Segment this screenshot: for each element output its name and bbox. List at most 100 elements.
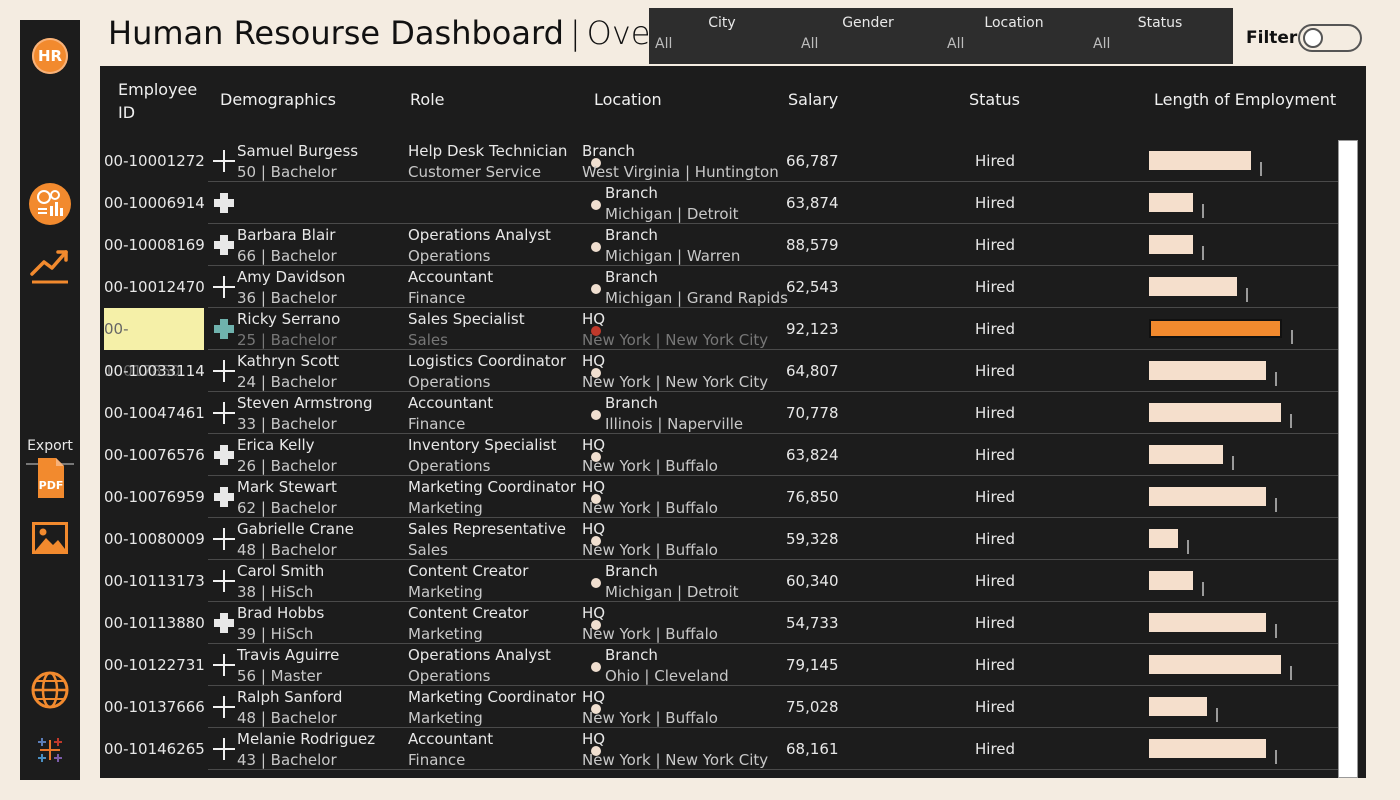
employment-length-bar[interactable] bbox=[1149, 403, 1281, 422]
employee-name: Carol Smith bbox=[237, 562, 325, 580]
trend-icon[interactable] bbox=[28, 242, 72, 286]
employee-id[interactable]: 00-10076576 bbox=[104, 446, 205, 464]
employee-id[interactable]: 00-10006914 bbox=[104, 194, 205, 212]
filter-location-value[interactable]: All bbox=[947, 36, 964, 52]
header-demographics[interactable]: Demographics bbox=[220, 90, 336, 109]
header-employee-id[interactable]: Employee ID bbox=[118, 78, 198, 124]
header-location[interactable]: Location bbox=[594, 90, 662, 109]
filter-city[interactable]: City All bbox=[649, 8, 795, 64]
employee-name: Travis Aguirre bbox=[237, 646, 340, 664]
table-row[interactable]: 00-10076576 Erica Kelly 26 | Bachelor Inven… bbox=[100, 434, 1338, 476]
employee-age-education: 25 | Bachelor bbox=[237, 331, 337, 349]
employee-id[interactable]: 00-10113880 bbox=[104, 614, 205, 632]
employment-length-bar[interactable] bbox=[1149, 445, 1223, 464]
expand-plus-icon[interactable] bbox=[212, 737, 236, 761]
table-row[interactable]: 00-10122731 Travis Aguirre 56 | Master Oper… bbox=[100, 644, 1338, 686]
employment-length-bar[interactable] bbox=[1149, 739, 1266, 758]
table-row[interactable]: 00-10113173 Carol Smith 38 | HiSch Content … bbox=[100, 560, 1338, 602]
employee-id[interactable]: 00-10012470 bbox=[104, 278, 205, 296]
employee-id[interactable]: 00-10146265 bbox=[104, 740, 205, 758]
expand-plus-icon[interactable] bbox=[212, 233, 236, 257]
table-row[interactable]: 00-10017850 Ricky Serrano 25 | Bachelor Sal… bbox=[100, 308, 1338, 380]
table-scrollbar[interactable] bbox=[1338, 140, 1358, 778]
table-row[interactable]: 00-10008169 Barbara Blair 66 | Bachelor Ope… bbox=[100, 224, 1338, 266]
table-row[interactable]: 00-10146265 Melanie Rodriguez 43 | Bachelo… bbox=[100, 728, 1338, 770]
employment-length-bar[interactable] bbox=[1149, 319, 1282, 338]
table-row[interactable]: 00-10080009 Gabrielle Crane 48 | Bachelor S… bbox=[100, 518, 1338, 560]
employee-department: Customer Service bbox=[408, 163, 542, 181]
employee-job-title: Accountant bbox=[408, 268, 494, 286]
employment-length-bar[interactable] bbox=[1149, 193, 1193, 212]
expand-plus-icon[interactable] bbox=[212, 695, 236, 719]
table-row[interactable]: 00-10006914 Branch Michigan | Detroit 63,87… bbox=[100, 182, 1338, 224]
expand-plus-icon[interactable] bbox=[212, 527, 236, 551]
employment-length-bar[interactable] bbox=[1149, 361, 1266, 380]
overview-icon[interactable] bbox=[28, 182, 72, 226]
employee-id[interactable]: 00-10033114 bbox=[104, 362, 205, 380]
employment-length-bar[interactable] bbox=[1149, 697, 1207, 716]
expand-plus-icon[interactable] bbox=[212, 359, 236, 383]
employee-age-education: 56 | Master bbox=[237, 667, 322, 685]
header-length-of-employment[interactable]: Length of Employment bbox=[1154, 90, 1336, 109]
expand-plus-icon[interactable] bbox=[212, 401, 236, 425]
employee-salary: 64,807 bbox=[786, 362, 839, 380]
employee-salary: 68,161 bbox=[786, 740, 839, 758]
image-icon[interactable] bbox=[28, 516, 72, 560]
employee-id[interactable]: 00-10113173 bbox=[104, 572, 205, 590]
employment-length-bar[interactable] bbox=[1149, 487, 1266, 506]
expand-plus-icon[interactable] bbox=[212, 191, 236, 215]
pdf-icon[interactable]: PDF bbox=[28, 456, 72, 500]
filter-gender-value[interactable]: All bbox=[801, 36, 818, 52]
employee-status: Hired bbox=[975, 446, 1016, 464]
row-divider bbox=[208, 769, 1338, 770]
table-row[interactable]: 00-10001272 Samuel Burgess 50 | Bachelor He… bbox=[100, 140, 1338, 182]
expand-plus-icon[interactable] bbox=[212, 611, 236, 635]
employment-length-bar[interactable] bbox=[1149, 529, 1178, 548]
table-row[interactable]: 00-10012470 Amy Davidson 36 | Bachelor Acco… bbox=[100, 266, 1338, 308]
globe-icon[interactable] bbox=[28, 668, 72, 712]
employee-id[interactable]: 00-10001272 bbox=[104, 152, 205, 170]
employee-age-education: 43 | Bachelor bbox=[237, 751, 337, 769]
expand-plus-icon[interactable] bbox=[212, 149, 236, 173]
filter-toggle[interactable] bbox=[1298, 24, 1362, 52]
expand-plus-icon[interactable] bbox=[212, 317, 236, 341]
table-row[interactable]: 00-10113880 Brad Hobbs 39 | HiSch Content C… bbox=[100, 602, 1338, 644]
expand-plus-icon[interactable] bbox=[212, 653, 236, 677]
employment-length-bar[interactable] bbox=[1149, 235, 1193, 254]
tableau-icon[interactable] bbox=[28, 728, 72, 772]
employee-department: Operations bbox=[408, 247, 491, 265]
employment-length-bar[interactable] bbox=[1149, 613, 1266, 632]
employment-length-bar[interactable] bbox=[1149, 571, 1193, 590]
expand-plus-icon[interactable] bbox=[212, 443, 236, 467]
filter-city-value[interactable]: All bbox=[655, 36, 672, 52]
employee-id[interactable]: 00-10122731 bbox=[104, 656, 205, 674]
table-row[interactable]: 00-10137666 Ralph Sanford 48 | Bachelor Mar… bbox=[100, 686, 1338, 728]
employment-length-bar[interactable] bbox=[1149, 151, 1251, 170]
employee-id[interactable]: 00-10137666 bbox=[104, 698, 205, 716]
employee-id[interactable]: 00-10047461 bbox=[104, 404, 205, 422]
table-row[interactable]: 00-10033114 Kathryn Scott 24 | Bachelor Log… bbox=[100, 350, 1338, 392]
employee-id[interactable]: 00-10008169 bbox=[104, 236, 205, 254]
filter-location[interactable]: Location All bbox=[941, 8, 1087, 64]
header-salary[interactable]: Salary bbox=[788, 90, 838, 109]
expand-plus-icon[interactable] bbox=[212, 275, 236, 299]
filter-gender[interactable]: Gender All bbox=[795, 8, 941, 64]
employee-id[interactable]: 00-10080009 bbox=[104, 530, 205, 548]
filter-status[interactable]: Status All bbox=[1087, 8, 1233, 64]
employment-length-bar[interactable] bbox=[1149, 277, 1237, 296]
employee-state-city: Michigan | Grand Rapids bbox=[605, 289, 788, 307]
table-row[interactable]: 00-10076959 Mark Stewart 62 | Bachelor Mark… bbox=[100, 476, 1338, 518]
expand-plus-icon[interactable] bbox=[212, 485, 236, 509]
header-status[interactable]: Status bbox=[969, 90, 1020, 109]
employment-length-bar[interactable] bbox=[1149, 655, 1281, 674]
employee-status: Hired bbox=[975, 698, 1016, 716]
hr-logo[interactable]: HR bbox=[32, 38, 68, 74]
employee-id[interactable]: 00-10017850 bbox=[104, 308, 204, 380]
table-row[interactable]: 00-10047461 Steven Armstrong 33 | Bachelor… bbox=[100, 392, 1338, 434]
expand-plus-icon[interactable] bbox=[212, 569, 236, 593]
employee-id[interactable]: 00-10076959 bbox=[104, 488, 205, 506]
employee-status: Hired bbox=[975, 278, 1016, 296]
filter-status-value[interactable]: All bbox=[1093, 36, 1110, 52]
header-role[interactable]: Role bbox=[410, 90, 444, 109]
filter-toggle-knob[interactable] bbox=[1303, 28, 1323, 48]
